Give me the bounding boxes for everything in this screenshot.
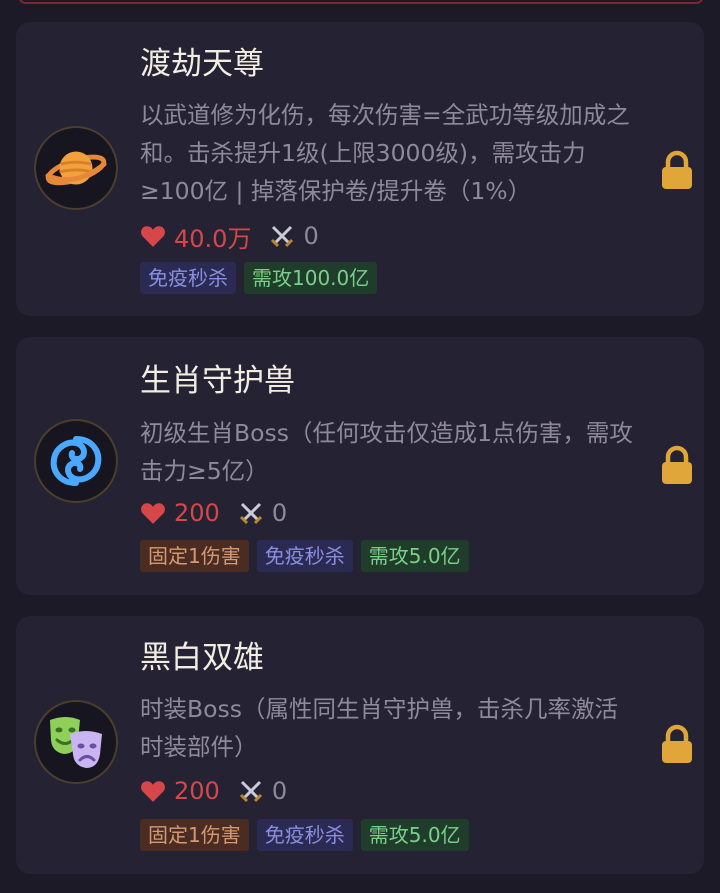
crossed-swords-icon bbox=[271, 225, 294, 248]
boss-title: 渡劫天尊 bbox=[140, 46, 264, 82]
boss-tags: 固定1伤害 免疫秒杀 需攻5.0亿 bbox=[140, 540, 477, 572]
boss-attack: 0 bbox=[271, 777, 288, 805]
lock-icon[interactable] bbox=[660, 150, 694, 190]
saturn-icon bbox=[45, 151, 107, 186]
theater-masks-icon bbox=[50, 717, 102, 768]
boss-title: 生肖守护兽 bbox=[140, 363, 295, 399]
tag-fixed-damage: 固定1伤害 bbox=[140, 540, 249, 572]
heart-icon bbox=[141, 226, 165, 247]
boss-hp: 200 bbox=[174, 499, 220, 527]
boss-hp: 200 bbox=[174, 777, 220, 805]
crossed-swords-icon bbox=[239, 502, 262, 525]
boss-title: 黑白双雄 bbox=[140, 640, 264, 676]
boss-card-dujie[interactable]: 渡劫天尊 以武道修为化伤，每次伤害=全武功等级加成之和。击杀提升1级(上限300… bbox=[16, 22, 704, 316]
boss-description: 初级生肖Boss（任何攻击仅造成1点伤害，需攻击力≥5亿） bbox=[140, 419, 633, 485]
boss-avatar bbox=[34, 419, 118, 503]
tag-immune-instakill: 免疫秒杀 bbox=[256, 540, 353, 572]
boss-tags: 固定1伤害 免疫秒杀 需攻5.0亿 bbox=[140, 819, 477, 851]
boss-description: 以武道修为化伤，每次伤害=全武功等级加成之和。击杀提升1级(上限3000级)，需… bbox=[140, 101, 630, 205]
boss-avatar bbox=[34, 700, 118, 784]
tag-immune-instakill: 免疫秒杀 bbox=[140, 262, 236, 294]
boss-card-black-white-duo[interactable]: 黑白双雄 时装Boss（属性同生肖守护兽，击杀几率激活时装部件） 200 0 固… bbox=[16, 616, 704, 874]
boss-stats: 200 0 bbox=[140, 775, 287, 807]
previous-card-frame bbox=[18, 0, 704, 4]
boss-card-zodiac-guardian[interactable]: 生肖守护兽 初级生肖Boss（任何攻击仅造成1点伤害，需攻击力≥5亿） 200 … bbox=[16, 337, 704, 595]
boss-attack: 0 bbox=[271, 499, 288, 527]
boss-avatar bbox=[34, 126, 118, 210]
heart-icon bbox=[141, 781, 165, 802]
lock-icon[interactable] bbox=[660, 445, 694, 485]
boss-tags: 免疫秒杀 需攻100.0亿 bbox=[140, 262, 385, 294]
crossed-swords-icon bbox=[239, 780, 262, 803]
lock-icon[interactable] bbox=[660, 724, 694, 764]
heart-icon bbox=[141, 503, 165, 524]
tag-immune-instakill: 免疫秒杀 bbox=[256, 819, 353, 851]
boss-attack: 0 bbox=[303, 222, 319, 250]
boss-hp: 40.0万 bbox=[174, 224, 252, 253]
tag-attack-requirement: 需攻100.0亿 bbox=[244, 262, 378, 294]
tag-attack-requirement: 需攻5.0亿 bbox=[360, 540, 469, 572]
tag-attack-requirement: 需攻5.0亿 bbox=[360, 819, 469, 851]
boss-description: 时装Boss（属性同生肖守护兽，击杀几率激活时装部件） bbox=[140, 695, 618, 761]
tag-fixed-damage: 固定1伤害 bbox=[140, 819, 249, 851]
cyclone-icon bbox=[50, 436, 102, 486]
boss-stats: 200 0 bbox=[140, 497, 287, 529]
boss-stats: 40.0万 0 bbox=[140, 220, 319, 253]
